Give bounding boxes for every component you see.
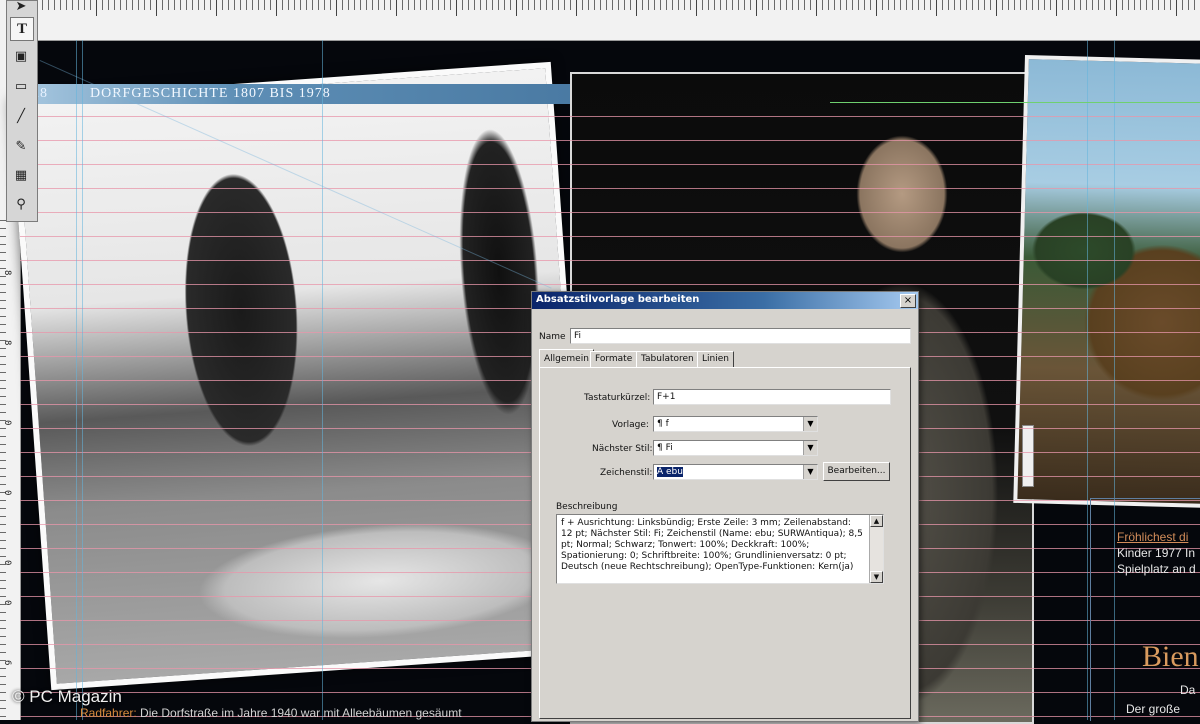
ruler-number: 0	[2, 600, 12, 606]
ruler-number: 0	[2, 420, 12, 426]
close-icon[interactable]: ×	[900, 294, 916, 308]
horizontal-ruler[interactable]	[0, 0, 1200, 41]
char-style-value: A ebu	[657, 467, 683, 477]
tab-tabulatoren[interactable]: Tabulatoren	[636, 351, 699, 367]
next-style-label: Nächster Stil:	[592, 444, 653, 454]
tools-panel: ➤ T ▣ ▭ ╱ ✎ ▦ ⚲	[6, 0, 38, 222]
right-column-small-text[interactable]: Der große	[1126, 702, 1180, 716]
chevron-down-icon[interactable]: ▼	[803, 441, 817, 455]
rectangle-tool-icon[interactable]: ▭	[10, 75, 32, 97]
shortcut-label: Tastaturkürzel:	[584, 393, 651, 403]
name-label: Name	[539, 332, 566, 342]
bw-photo-boy-on-bicycle[interactable]	[10, 61, 592, 691]
ruler-number: 8	[2, 340, 12, 346]
template-dropdown[interactable]: ¶ f ▼	[653, 416, 818, 432]
right-column-text[interactable]: Kinder 1977 In	[1117, 546, 1195, 560]
column-guide[interactable]	[1087, 40, 1088, 720]
photo-caption[interactable]: Radfahrer: Die Dorfstraße im Jahre 1940 …	[80, 706, 462, 720]
ruler-number: 6	[2, 660, 12, 666]
tab-allgemein[interactable]: Allgemein	[539, 349, 594, 368]
right-column-big-heading[interactable]: Bien	[1142, 640, 1199, 674]
watermark: © PC Magazin	[12, 687, 122, 706]
color-photo-playground[interactable]	[1013, 55, 1200, 509]
template-value: ¶ f	[657, 419, 669, 429]
description-box[interactable]: f + Ausrichtung: Linksbündig; Erste Zeil…	[556, 514, 884, 584]
ruler-number: 0	[2, 560, 12, 566]
caption-lead: Radfahrer:	[80, 706, 137, 720]
ruler-left-ticks	[0, 220, 6, 720]
column-guide[interactable]	[76, 40, 77, 720]
template-label: Vorlage:	[612, 420, 649, 430]
description-text: f + Ausrichtung: Linksbündig; Erste Zeil…	[561, 518, 863, 572]
next-style-dropdown[interactable]: ¶ Fi ▼	[653, 440, 818, 456]
zoom-tool-icon[interactable]: ⚲	[10, 193, 32, 215]
chevron-down-icon[interactable]: ▼	[803, 465, 817, 479]
description-scrollbar[interactable]: ▲ ▼	[869, 515, 883, 583]
edit-char-style-button[interactable]: Bearbeiten...	[823, 462, 890, 481]
right-column-heading[interactable]: Fröhlichest di	[1117, 530, 1188, 544]
frame-tool-icon[interactable]: ▣	[10, 45, 32, 67]
horizontal-guide[interactable]	[830, 102, 1200, 103]
ruler-number: 0	[2, 490, 12, 496]
char-style-label: Zeichenstil:	[600, 468, 653, 478]
description-label: Beschreibung	[556, 502, 618, 512]
ruler-major-ticks	[36, 0, 1200, 16]
dialog-titlebar[interactable]: Absatzstilvorlage bearbeiten ×	[532, 292, 918, 309]
ruler-number: 8	[2, 270, 12, 276]
right-column-text[interactable]: Spielplatz an d	[1117, 562, 1196, 576]
scroll-up-icon[interactable]: ▲	[870, 515, 883, 527]
right-column-small-text[interactable]: Da	[1180, 683, 1195, 697]
grid-tool-icon[interactable]: ▦	[10, 164, 32, 186]
pen-tool-icon[interactable]: ✎	[10, 135, 32, 157]
shortcut-field[interactable]: F+1	[653, 389, 891, 405]
char-style-dropdown[interactable]: A ebu ▼	[653, 464, 818, 480]
chevron-down-icon[interactable]: ▼	[803, 417, 817, 431]
next-style-value: ¶ Fi	[657, 443, 673, 453]
column-guide[interactable]	[82, 40, 83, 720]
photo-credit-strip	[1022, 425, 1034, 487]
selection-tool-icon[interactable]: ➤	[10, 0, 32, 17]
line-tool-icon[interactable]: ╱	[10, 105, 32, 127]
column-guide[interactable]	[322, 40, 323, 720]
scroll-down-icon[interactable]: ▼	[870, 571, 883, 583]
edit-paragraph-style-dialog: Absatzstilvorlage bearbeiten × Name Fi A…	[531, 291, 919, 722]
caption-body: Die Dorfstraße im Jahre 1940 war mit All…	[140, 706, 462, 720]
text-tool-icon[interactable]: T	[10, 17, 34, 41]
dialog-title: Absatzstilvorlage bearbeiten	[536, 294, 700, 305]
tab-linien[interactable]: Linien	[697, 351, 734, 367]
section-title[interactable]: DORFGESCHICHTE 1807 BIS 1978	[90, 84, 331, 104]
name-field[interactable]: Fi	[570, 328, 911, 344]
tab-formate[interactable]: Formate	[590, 351, 638, 367]
